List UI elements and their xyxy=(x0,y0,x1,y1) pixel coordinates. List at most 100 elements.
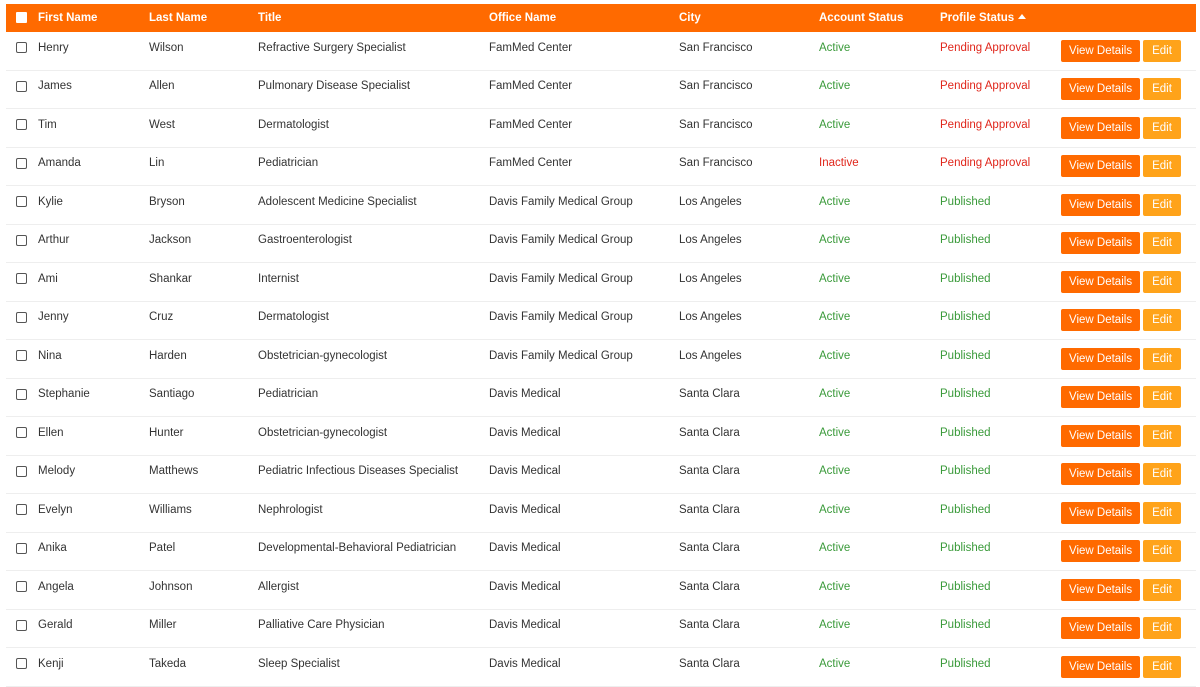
edit-button[interactable]: Edit xyxy=(1143,78,1181,101)
row-select-checkbox[interactable] xyxy=(16,311,27,323)
office-name: Davis Family Medical Group xyxy=(489,234,633,247)
title: Adolescent Medicine Specialist xyxy=(258,195,417,208)
first-name-cell: Amanda xyxy=(38,147,149,186)
row-select-checkbox[interactable] xyxy=(16,196,27,208)
view-details-button[interactable]: View Details xyxy=(1061,309,1141,332)
column-header-account-status[interactable]: Account Status xyxy=(819,4,940,32)
edit-button[interactable]: Edit xyxy=(1143,155,1181,178)
view-details-button[interactable]: View Details xyxy=(1061,270,1141,293)
account-status-cell: Active xyxy=(819,32,940,71)
row-select-checkbox[interactable] xyxy=(16,350,27,362)
edit-button[interactable]: Edit xyxy=(1143,193,1181,216)
first-name-cell: Gerald xyxy=(38,609,149,648)
last-name: Santiago xyxy=(149,388,195,401)
view-details-button[interactable]: View Details xyxy=(1061,232,1141,255)
row-select-checkbox[interactable] xyxy=(16,80,27,92)
table-row[interactable]: Jenny Cruz Dermatologist Davis Family Medic… xyxy=(6,301,1196,340)
row-select-checkbox[interactable] xyxy=(16,619,27,631)
edit-button[interactable]: Edit xyxy=(1143,232,1181,255)
edit-button[interactable]: Edit xyxy=(1143,309,1181,332)
profile-status-cell: Published xyxy=(940,262,1061,302)
row-select-checkbox[interactable] xyxy=(16,581,27,593)
table-row[interactable]: Ami Shankar Internist Davis Family Medical … xyxy=(6,262,1196,302)
table-row[interactable]: Kylie Bryson Adolescent Medicine Specialis… xyxy=(6,185,1196,225)
last-name-cell: Jackson xyxy=(149,224,258,263)
row-select-checkbox[interactable] xyxy=(16,658,27,670)
view-details-button[interactable]: View Details xyxy=(1061,617,1141,640)
edit-button[interactable]: Edit xyxy=(1143,386,1181,409)
view-details-button[interactable]: View Details xyxy=(1061,193,1141,216)
edit-button[interactable]: Edit xyxy=(1143,424,1181,447)
table-row[interactable]: Arthur Jackson Gastroenterologist Davis Fam… xyxy=(6,224,1196,263)
column-header-first-name[interactable]: First Name xyxy=(38,4,149,32)
edit-button[interactable]: Edit xyxy=(1143,347,1181,370)
title: Pediatric Infectious Diseases Specialist xyxy=(258,465,459,478)
edit-button[interactable]: Edit xyxy=(1143,270,1181,293)
view-details-button[interactable]: View Details xyxy=(1061,463,1141,486)
edit-button[interactable]: Edit xyxy=(1143,578,1181,601)
row-select-checkbox[interactable] xyxy=(16,542,27,554)
table-row[interactable]: Melody Matthews Pediatric Infectious Disea… xyxy=(6,455,1196,494)
view-details-button[interactable]: View Details xyxy=(1061,578,1141,601)
edit-button[interactable]: Edit xyxy=(1143,463,1181,486)
row-actions: View Details Edit xyxy=(1061,193,1196,216)
select-all-checkbox[interactable] xyxy=(16,12,27,24)
table-row[interactable]: Gerald Miller Palliative Care Physician Dav… xyxy=(6,609,1196,648)
column-header-title[interactable]: Title xyxy=(258,4,489,32)
column-header-last-name[interactable]: Last Name xyxy=(149,4,258,32)
column-header-office-name[interactable]: Office Name xyxy=(489,4,679,32)
table-row[interactable]: Stephanie Santiago Pediatrician Davis Medic… xyxy=(6,378,1196,417)
title-cell: Obstetrician-gynecologist xyxy=(258,416,489,456)
row-select-checkbox[interactable] xyxy=(16,234,27,246)
table-row[interactable]: Angela Johnson Allergist Davis Medical Santa… xyxy=(6,570,1196,610)
table-row[interactable]: Kenji Takeda Sleep Specialist Davis Medical… xyxy=(6,647,1196,687)
edit-button[interactable]: Edit xyxy=(1143,655,1181,678)
view-details-button[interactable]: View Details xyxy=(1061,540,1141,563)
view-details-button[interactable]: View Details xyxy=(1061,501,1141,524)
edit-button[interactable]: Edit xyxy=(1143,116,1181,139)
column-header-city[interactable]: City xyxy=(679,4,819,32)
view-details-button[interactable]: View Details xyxy=(1061,116,1141,139)
table-row[interactable]: James Allen Pulmonary Disease Specialist Fa… xyxy=(6,70,1196,109)
row-select-cell xyxy=(6,455,38,494)
row-select-checkbox[interactable] xyxy=(16,427,27,439)
view-details-button[interactable]: View Details xyxy=(1061,386,1141,409)
table-row[interactable]: Amanda Lin Pediatrician FamMed Center San Fr… xyxy=(6,147,1196,186)
office-name-cell: FamMed Center xyxy=(489,147,679,186)
column-header-actions xyxy=(1061,4,1196,32)
view-details-button[interactable]: View Details xyxy=(1061,655,1141,678)
office-name: FamMed Center xyxy=(489,157,573,170)
row-select-checkbox[interactable] xyxy=(16,119,27,131)
office-name: Davis Family Medical Group xyxy=(489,311,633,324)
profile-status: Published xyxy=(940,580,991,593)
last-name-cell: Shankar xyxy=(149,262,258,302)
edit-button[interactable]: Edit xyxy=(1143,617,1181,640)
edit-button[interactable]: Edit xyxy=(1143,501,1181,524)
table-row[interactable]: Evelyn Williams Nephrologist Davis Medical S… xyxy=(6,493,1196,533)
edit-button[interactable]: Edit xyxy=(1143,39,1181,62)
view-details-button[interactable]: View Details xyxy=(1061,39,1141,62)
table-row[interactable]: Henry Wilson Refractive Surgery Specialist… xyxy=(6,32,1196,71)
row-select-checkbox[interactable] xyxy=(16,273,27,285)
profile-status-cell: Published xyxy=(940,301,1061,340)
row-select-checkbox[interactable] xyxy=(16,157,27,169)
view-details-button[interactable]: View Details xyxy=(1061,155,1141,178)
table-row[interactable]: Ellen Hunter Obstetrician-gynecologist Davi… xyxy=(6,416,1196,456)
account-status: Active xyxy=(819,41,851,54)
view-details-button[interactable]: View Details xyxy=(1061,347,1141,370)
account-status-cell: Active xyxy=(819,262,940,302)
view-details-button[interactable]: View Details xyxy=(1061,424,1141,447)
table-row[interactable]: Tim West Dermatologist FamMed Center San Fra… xyxy=(6,108,1196,148)
row-select-checkbox[interactable] xyxy=(16,465,27,477)
account-status-cell: Active xyxy=(819,301,940,340)
column-header-profile-status[interactable]: Profile Status xyxy=(940,4,1061,32)
table-row[interactable]: Nina Harden Obstetrician-gynecologist Davis… xyxy=(6,339,1196,379)
view-details-button[interactable]: View Details xyxy=(1061,78,1141,101)
row-select-cell xyxy=(6,147,38,186)
row-select-checkbox[interactable] xyxy=(16,42,27,54)
row-select-checkbox[interactable] xyxy=(16,388,27,400)
edit-button[interactable]: Edit xyxy=(1143,540,1181,563)
office-name-cell: Davis Family Medical Group xyxy=(489,262,679,302)
table-row[interactable]: Anika Patel Developmental-Behavioral Pedia… xyxy=(6,532,1196,571)
row-select-checkbox[interactable] xyxy=(16,504,27,516)
